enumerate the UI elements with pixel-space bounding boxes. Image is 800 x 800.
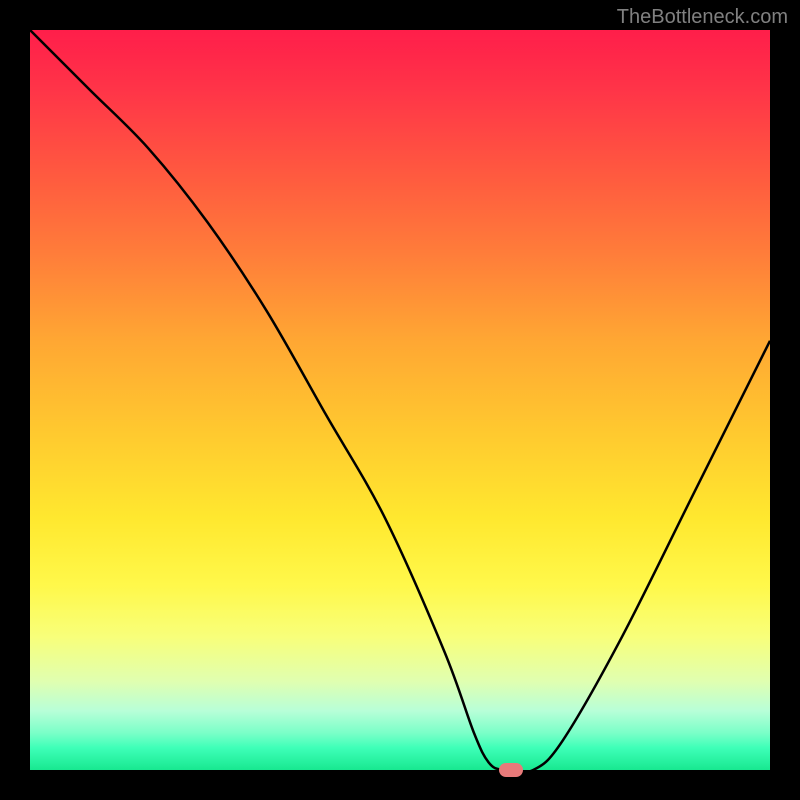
plot-area — [30, 30, 770, 770]
watermark-text: TheBottleneck.com — [617, 6, 788, 29]
chart-container: TheBottleneck.com — [0, 0, 800, 800]
optimal-marker — [499, 763, 523, 777]
gradient-background — [30, 30, 770, 770]
